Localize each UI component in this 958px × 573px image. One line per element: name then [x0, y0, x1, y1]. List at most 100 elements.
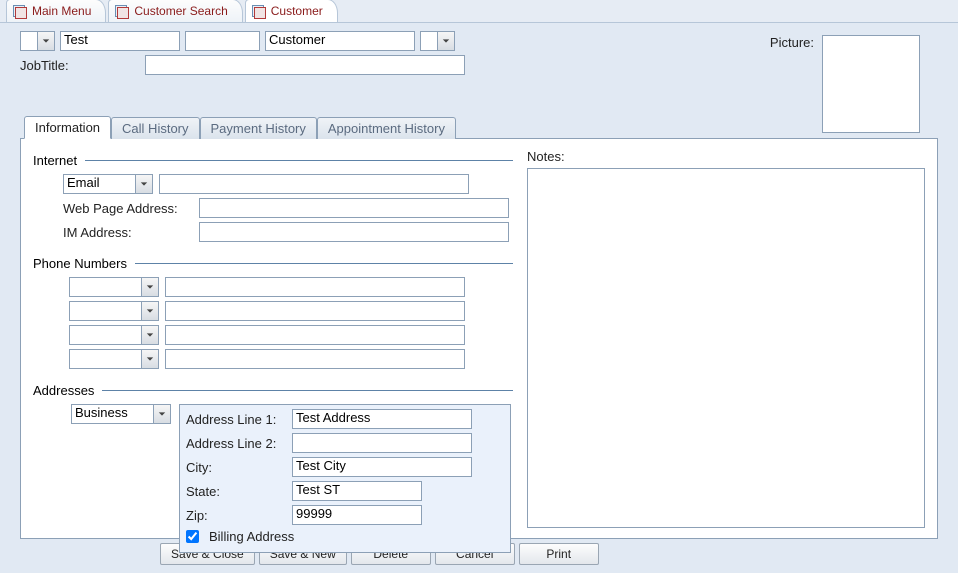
addr-zip-field[interactable]: 99999 — [292, 505, 422, 525]
chevron-down-icon — [437, 32, 454, 50]
address-type-value: Business — [75, 405, 128, 420]
notes-field[interactable] — [527, 168, 925, 528]
last-name-field[interactable]: Customer — [265, 31, 415, 51]
first-name-field[interactable]: Test — [60, 31, 180, 51]
addr-line2-field[interactable] — [292, 433, 472, 453]
group-label: Internet — [33, 153, 77, 168]
phone-row-3 — [33, 325, 513, 345]
jobtitle-label: JobTitle: — [20, 58, 140, 73]
addr-zip-row: Zip: 99999 — [186, 505, 504, 525]
tab-label: Call History — [122, 121, 188, 136]
phone-field-4[interactable] — [165, 349, 465, 369]
addr-state-field[interactable]: Test ST — [292, 481, 422, 501]
addr-state-row: State: Test ST — [186, 481, 504, 501]
addr-state-label: State: — [186, 484, 286, 499]
addr-zip-label: Zip: — [186, 508, 286, 523]
title-combo[interactable] — [20, 31, 55, 51]
first-name-value: Test — [64, 32, 88, 47]
address-wrap: Business Address Line 1: Test Address Ad… — [33, 404, 513, 553]
picture-label: Picture: — [770, 35, 814, 50]
page-tab-main-menu[interactable]: Main Menu — [6, 0, 106, 22]
addr-city-field[interactable]: Test City — [292, 457, 472, 477]
divider — [135, 263, 513, 264]
chevron-down-icon — [37, 32, 54, 50]
phone-type-combo-2[interactable] — [69, 301, 159, 321]
tab-label: Information — [35, 120, 100, 135]
webpage-field[interactable] — [199, 198, 509, 218]
print-button[interactable]: Print — [519, 543, 599, 565]
addr-city-row: City: Test City — [186, 457, 504, 477]
phone-type-combo-4[interactable] — [69, 349, 159, 369]
group-label: Addresses — [33, 383, 94, 398]
form-area: Test Customer Jo — [0, 23, 958, 565]
chevron-down-icon — [141, 326, 158, 344]
btn-label: Print — [546, 547, 571, 561]
chevron-down-icon — [141, 302, 158, 320]
divider — [102, 390, 513, 391]
phone-type-combo-1[interactable] — [69, 277, 159, 297]
suffix-combo[interactable] — [420, 31, 455, 51]
phone-field-1[interactable] — [165, 277, 465, 297]
email-type-combo[interactable]: Email — [63, 174, 153, 194]
addr-line1-row: Address Line 1: Test Address — [186, 409, 504, 429]
address-type-combo[interactable]: Business — [71, 404, 171, 424]
picture-area: Picture: — [770, 35, 920, 133]
app-root: Main Menu Customer Search Customer — [0, 0, 958, 573]
page-tab-label: Main Menu — [32, 4, 91, 18]
chevron-down-icon — [141, 350, 158, 368]
name-row: Test Customer — [20, 31, 465, 51]
group-phone-title: Phone Numbers — [33, 256, 513, 271]
tab-call-history[interactable]: Call History — [111, 117, 199, 139]
billing-checkbox[interactable] — [186, 530, 199, 543]
email-type-value: Email — [67, 175, 100, 190]
im-label: IM Address: — [33, 225, 193, 240]
chevron-down-icon — [153, 405, 170, 423]
billing-label: Billing Address — [209, 529, 294, 544]
chevron-down-icon — [141, 278, 158, 296]
addr-billing-row: Billing Address — [186, 529, 504, 544]
tab-information[interactable]: Information — [24, 116, 111, 139]
picture-box[interactable] — [822, 35, 920, 133]
group-address-title: Addresses — [33, 383, 513, 398]
group-internet-title: Internet — [33, 153, 513, 168]
phone-row-1 — [33, 277, 513, 297]
last-name-value: Customer — [269, 32, 325, 47]
tab-payment-history[interactable]: Payment History — [200, 117, 317, 139]
right-column: Notes: — [527, 149, 925, 528]
information-page: Internet Email Web Page Address: — [20, 139, 938, 539]
phone-row-4 — [33, 349, 513, 369]
chevron-down-icon — [135, 175, 152, 193]
addr-line1-label: Address Line 1: — [186, 412, 286, 427]
addr-state-value: Test ST — [296, 482, 340, 497]
tab-label: Payment History — [211, 121, 306, 136]
phone-rows — [33, 277, 513, 369]
page-tab-label: Customer — [271, 4, 323, 18]
page-tab-bar: Main Menu Customer Search Customer — [0, 0, 958, 23]
phone-type-combo-3[interactable] — [69, 325, 159, 345]
phone-field-3[interactable] — [165, 325, 465, 345]
form-icon — [13, 5, 27, 17]
addr-zip-value: 99999 — [296, 506, 332, 521]
webpage-row: Web Page Address: — [33, 198, 513, 218]
addr-line1-value: Test Address — [296, 410, 370, 425]
addr-city-label: City: — [186, 460, 286, 475]
page-tab-label: Customer Search — [134, 4, 227, 18]
tab-appointment-history[interactable]: Appointment History — [317, 117, 456, 139]
form-icon — [115, 5, 129, 17]
webpage-label: Web Page Address: — [33, 201, 193, 216]
phone-field-2[interactable] — [165, 301, 465, 321]
jobtitle-row: JobTitle: — [20, 55, 465, 75]
notes-label: Notes: — [527, 149, 925, 164]
middle-name-field[interactable] — [185, 31, 260, 51]
form-icon — [252, 5, 266, 17]
addr-line1-field[interactable]: Test Address — [292, 409, 472, 429]
page-tab-customer-search[interactable]: Customer Search — [108, 0, 242, 22]
jobtitle-field[interactable] — [145, 55, 465, 75]
name-block: Test Customer Jo — [20, 31, 465, 75]
phone-row-2 — [33, 301, 513, 321]
im-field[interactable] — [199, 222, 509, 242]
im-row: IM Address: — [33, 222, 513, 242]
page-tab-customer[interactable]: Customer — [245, 0, 338, 22]
email-field[interactable] — [159, 174, 469, 194]
divider — [85, 160, 513, 161]
